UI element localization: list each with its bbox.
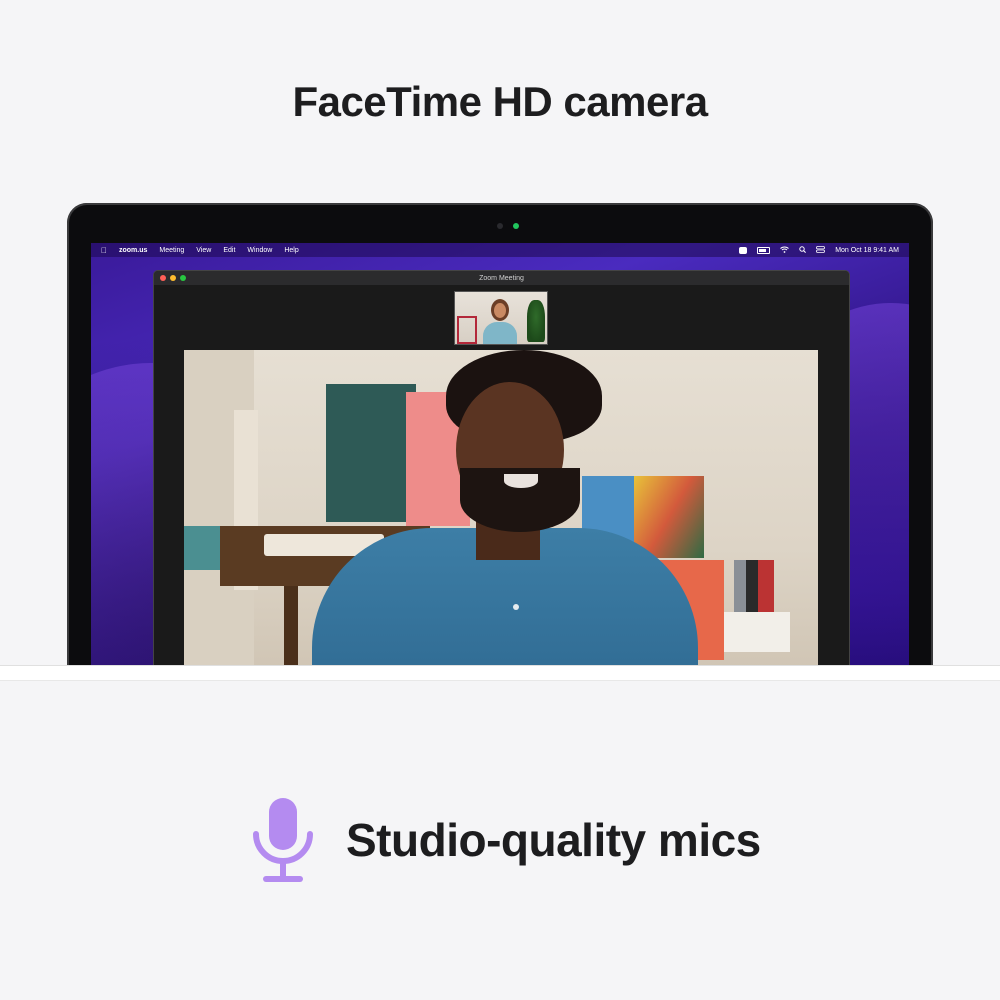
thumb-person-body bbox=[483, 322, 517, 344]
person-mouth bbox=[504, 474, 538, 488]
headline: FaceTime HD camera bbox=[292, 78, 708, 125]
menu-edit[interactable]: Edit bbox=[223, 247, 235, 254]
feature-label: Studio-quality mics bbox=[346, 814, 761, 866]
window-titlebar[interactable]: Zoom Meeting bbox=[154, 271, 849, 285]
control-center-icon[interactable] bbox=[816, 245, 826, 255]
participant-thumbnail[interactable] bbox=[454, 291, 548, 345]
menu-meeting[interactable]: Meeting bbox=[159, 247, 184, 254]
thumb-red-frame bbox=[457, 316, 477, 344]
zoom-icon[interactable] bbox=[739, 246, 748, 254]
wifi-icon[interactable] bbox=[780, 246, 790, 255]
menu-datetime[interactable]: Mon Oct 18 9:41 AM bbox=[835, 247, 899, 254]
video-table-leg bbox=[284, 586, 298, 668]
microphone-icon bbox=[253, 798, 313, 882]
window-title: Zoom Meeting bbox=[479, 274, 524, 282]
search-icon[interactable] bbox=[799, 245, 807, 255]
video-paint-bottles bbox=[734, 560, 774, 614]
video-green-canvas bbox=[326, 384, 416, 522]
person-shirt-button bbox=[513, 604, 519, 610]
main-video-feed bbox=[184, 350, 818, 668]
menu-help[interactable]: Help bbox=[284, 247, 298, 254]
battery-icon[interactable] bbox=[757, 246, 771, 254]
feature-row: Studio-quality mics bbox=[250, 796, 761, 884]
thumb-plant bbox=[527, 300, 545, 342]
menu-app-name[interactable]: zoom.us bbox=[119, 247, 147, 254]
video-abstract-canvas bbox=[634, 476, 704, 558]
menu-view[interactable]: View bbox=[196, 247, 211, 254]
camera-indicator-light bbox=[513, 223, 519, 229]
zoom-meeting-window: Zoom Meeting bbox=[153, 270, 850, 668]
menu-window[interactable]: Window bbox=[247, 247, 272, 254]
menu-bar:  zoom.us Meeting View Edit Window Help bbox=[91, 243, 909, 257]
camera-lens bbox=[497, 223, 503, 229]
laptop-bezel:  zoom.us Meeting View Edit Window Help bbox=[67, 203, 933, 668]
video-white-box bbox=[724, 612, 790, 652]
thumb-person-face bbox=[494, 303, 506, 318]
laptop-base-edge bbox=[0, 665, 1000, 681]
desktop-screen:  zoom.us Meeting View Edit Window Help bbox=[91, 243, 909, 668]
apple-icon[interactable]:  bbox=[101, 246, 107, 255]
